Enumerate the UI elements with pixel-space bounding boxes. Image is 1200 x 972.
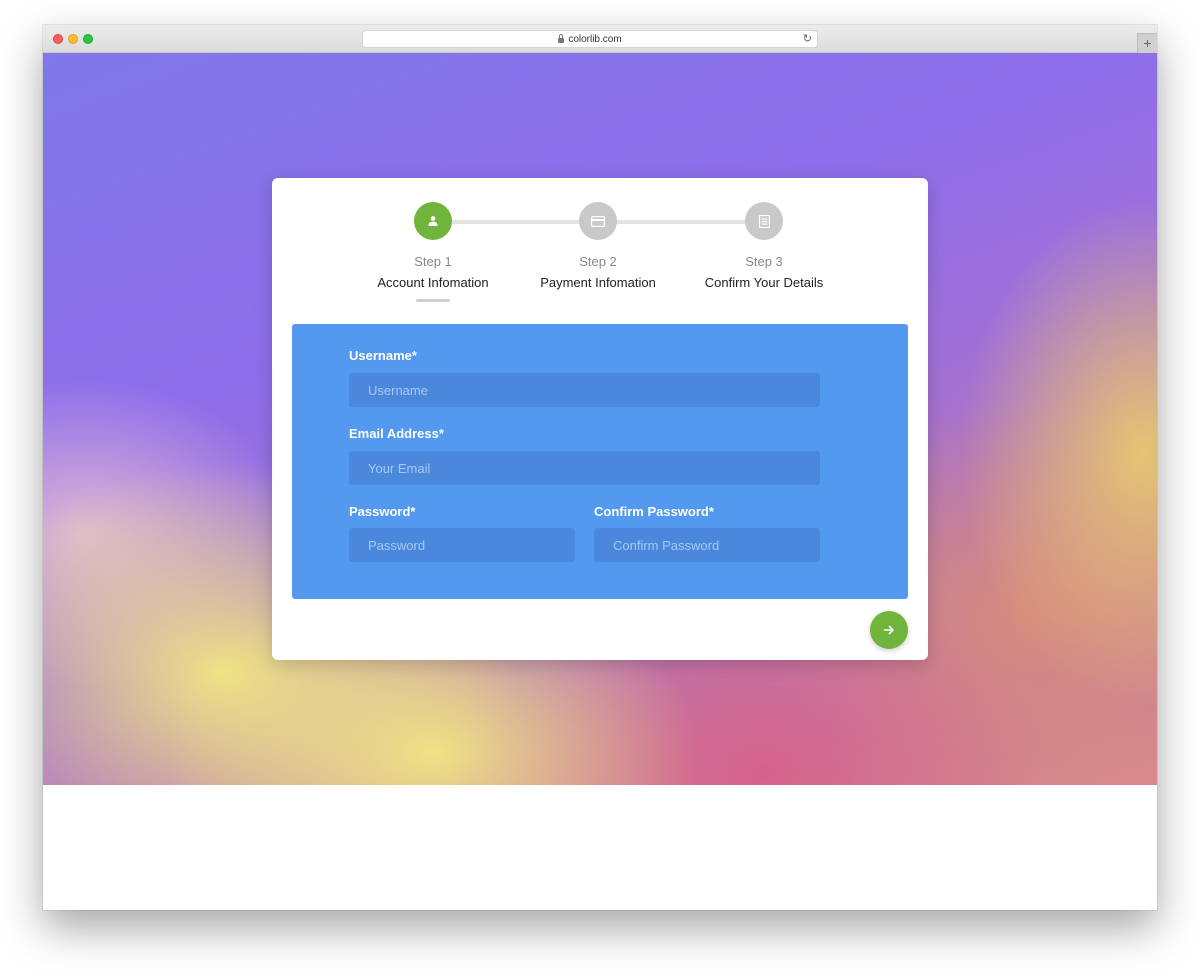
arrow-right-icon (883, 625, 894, 635)
lock-icon (558, 33, 565, 43)
email-label: Email Address* (349, 426, 444, 441)
username-label: Username* (349, 348, 417, 363)
step-3[interactable]: Step 3 Confirm Your Details (684, 202, 844, 291)
step-1[interactable]: Step 1 Account Infomation (353, 202, 513, 302)
active-step-indicator (416, 299, 450, 302)
password-label: Password* (349, 504, 416, 519)
address-bar[interactable]: colorlib.com ↻ (362, 30, 818, 48)
user-icon (414, 202, 452, 240)
reload-icon[interactable]: ↻ (803, 33, 812, 45)
step-3-title: Confirm Your Details (704, 275, 824, 290)
step-3-number: Step 3 (745, 254, 783, 269)
step-1-title: Account Infomation (377, 275, 489, 290)
email-input[interactable] (349, 451, 820, 485)
account-form-panel: Username* Email Address* Password* Confi… (292, 324, 908, 599)
password-input[interactable] (349, 528, 575, 562)
confirm-password-label: Confirm Password* (594, 504, 714, 519)
minimize-window-button[interactable] (68, 34, 78, 44)
zoom-window-button[interactable] (83, 34, 93, 44)
step-2-number: Step 2 (579, 254, 617, 269)
next-step-button[interactable] (870, 611, 908, 649)
step-1-number: Step 1 (414, 254, 452, 269)
page-background: Step 1 Account Infomation Step 2 Payment… (43, 53, 1157, 785)
step-2-title: Payment Infomation (540, 275, 656, 290)
browser-titlebar: colorlib.com ↻ + (43, 25, 1157, 53)
credit-card-icon (579, 202, 617, 240)
close-window-button[interactable] (53, 34, 63, 44)
step-2[interactable]: Step 2 Payment Infomation (518, 202, 678, 291)
username-input[interactable] (349, 373, 820, 407)
new-tab-button[interactable]: + (1137, 33, 1157, 53)
address-url: colorlib.com (568, 33, 622, 45)
confirm-password-input[interactable] (594, 528, 820, 562)
signup-wizard-card: Step 1 Account Infomation Step 2 Payment… (272, 178, 928, 660)
browser-window: colorlib.com ↻ + Step 1 Account Infomati… (43, 25, 1157, 910)
document-icon (745, 202, 783, 240)
